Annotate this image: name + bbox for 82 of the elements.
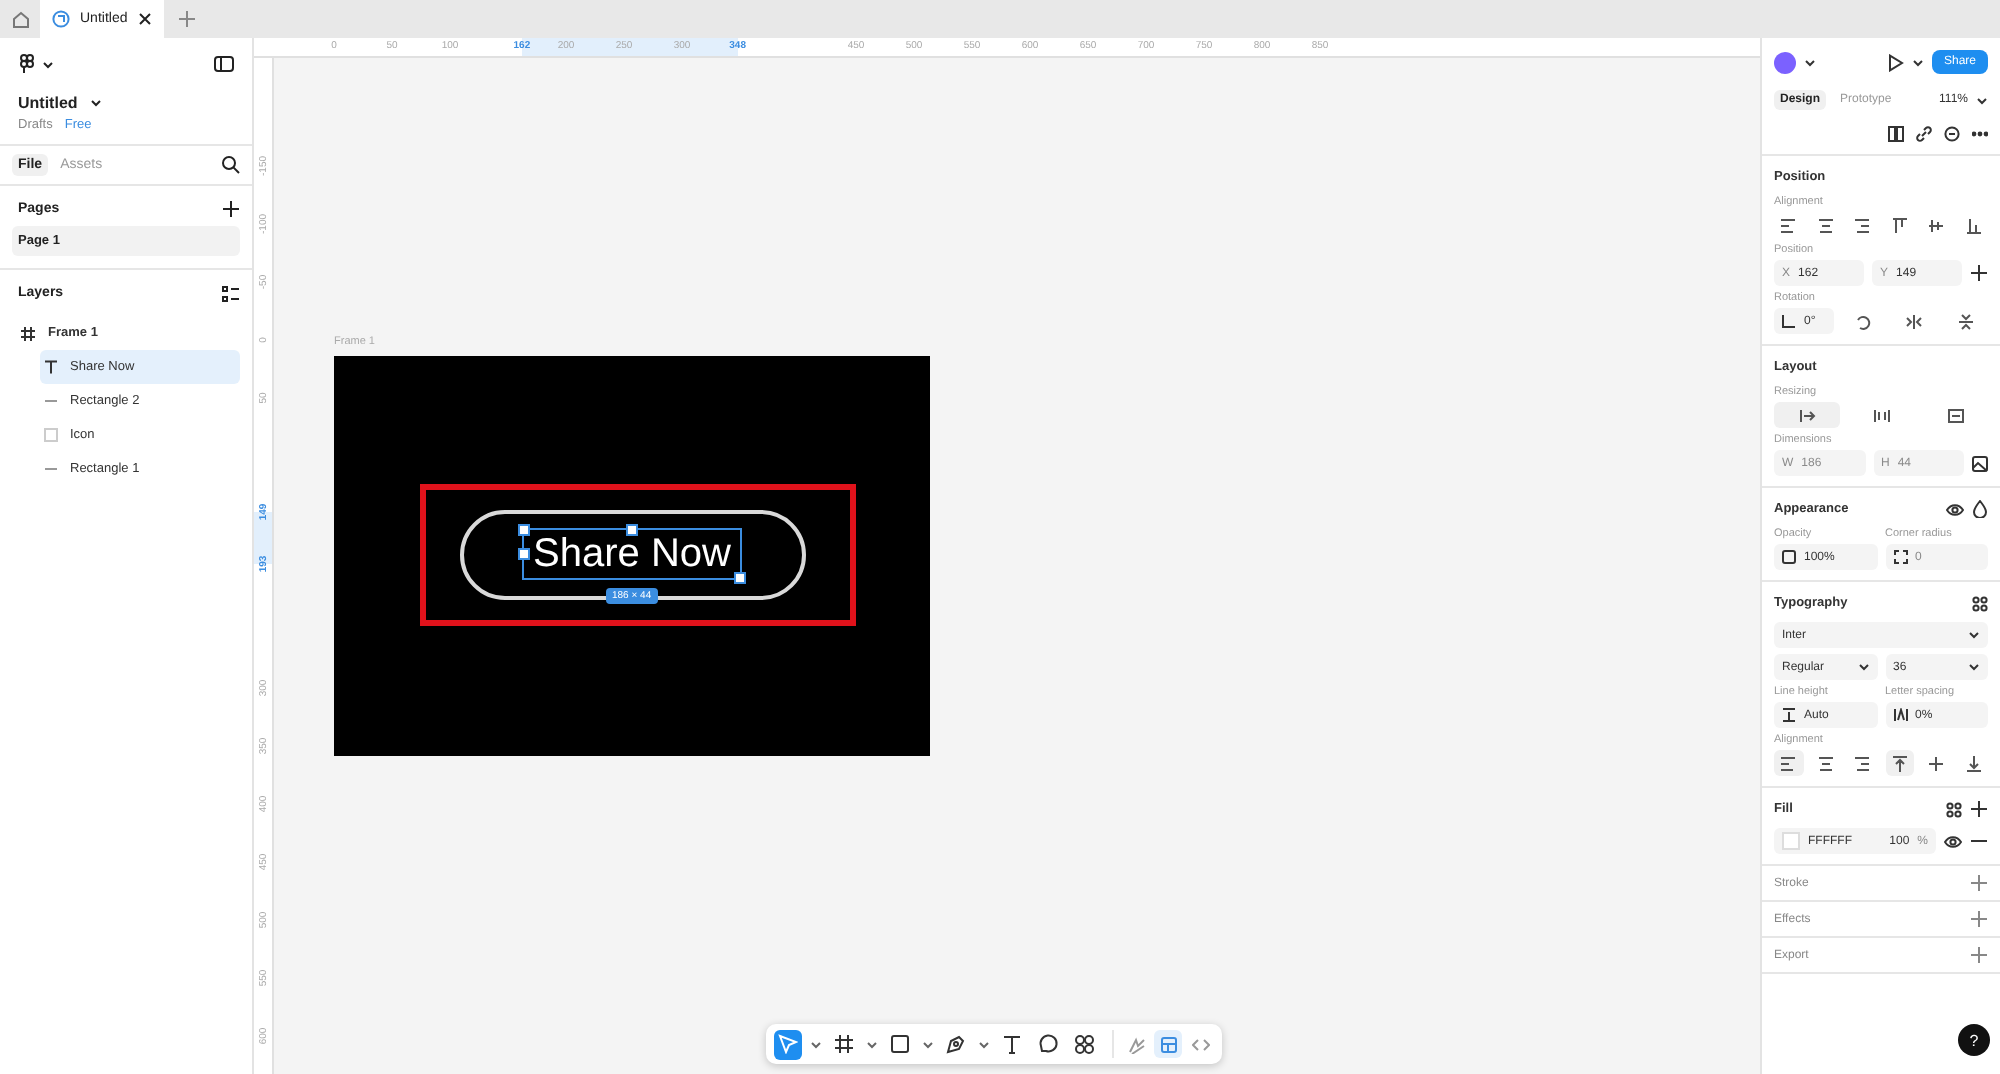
line-icon xyxy=(44,462,58,476)
resizing-icon xyxy=(1947,407,1963,423)
resize-handle[interactable] xyxy=(626,524,638,536)
rectangle-tool-icon xyxy=(890,1034,910,1054)
chevron-icon[interactable] xyxy=(1976,95,1988,105)
drop-icon[interactable] xyxy=(1972,500,1988,518)
code-icon xyxy=(1191,1035,1209,1053)
list-view-icon[interactable] xyxy=(222,285,240,301)
resizing-icon xyxy=(1799,407,1815,423)
button-label[interactable]: Share Now xyxy=(533,534,731,574)
more-icon[interactable] xyxy=(1972,126,1988,142)
plus-icon[interactable] xyxy=(1970,800,1988,818)
align-icon[interactable] xyxy=(1854,217,1871,233)
color-swatch xyxy=(1782,832,1800,850)
sidebar-toggle-icon[interactable] xyxy=(214,56,234,72)
text-align-icon xyxy=(1817,755,1834,771)
design-mode-icon xyxy=(1159,1035,1177,1053)
draw-mode-icon xyxy=(1127,1035,1145,1053)
angle-icon xyxy=(1782,314,1796,328)
rotate-icon[interactable] xyxy=(1855,313,1872,329)
eye-icon[interactable] xyxy=(1944,833,1962,849)
text-tool-icon xyxy=(1002,1034,1022,1054)
frame-tool-icon xyxy=(834,1034,854,1054)
image-icon[interactable] xyxy=(1972,455,1988,471)
tool-button[interactable] xyxy=(1070,1029,1100,1059)
vertical-align-icon xyxy=(1928,755,1945,771)
align-icon[interactable] xyxy=(1891,217,1908,233)
components-icon xyxy=(1074,1033,1096,1055)
move-tool-icon xyxy=(778,1034,798,1054)
help-button[interactable]: ? xyxy=(1958,1024,1990,1056)
comment-icon xyxy=(1038,1034,1058,1054)
file-name[interactable]: Untitled xyxy=(18,94,78,112)
align-icon[interactable] xyxy=(1928,217,1945,233)
link-icon[interactable] xyxy=(1916,126,1932,142)
resizing-button[interactable] xyxy=(1774,402,1840,428)
home-icon xyxy=(11,9,29,29)
align-icon[interactable] xyxy=(1780,217,1797,233)
vertical-align-icon xyxy=(1891,755,1908,771)
align-icon[interactable] xyxy=(1817,217,1834,233)
square-icon xyxy=(44,428,58,442)
text-align-icon xyxy=(1854,755,1871,771)
corner-icon xyxy=(1893,550,1907,564)
pen-tool-icon xyxy=(946,1034,966,1054)
user-avatar[interactable] xyxy=(1774,51,1796,73)
line-height-icon xyxy=(1782,708,1796,722)
mode-toggle[interactable] xyxy=(1154,1030,1182,1058)
chevron-icon[interactable] xyxy=(1968,662,1980,672)
eye-icon[interactable] xyxy=(1946,501,1964,517)
resizing-icon xyxy=(1873,407,1889,423)
chevron-icon[interactable] xyxy=(1911,57,1924,67)
resize-handle[interactable] xyxy=(734,572,746,584)
component-icon[interactable] xyxy=(1888,126,1904,142)
chevron-icon[interactable] xyxy=(1968,630,1980,640)
play-icon[interactable] xyxy=(1887,53,1904,71)
chevron-icon[interactable] xyxy=(42,59,54,69)
chevron-icon[interactable] xyxy=(1804,57,1816,67)
file-icon xyxy=(52,10,70,28)
align-icon[interactable] xyxy=(1965,217,1982,233)
text-icon xyxy=(44,359,58,375)
target-icon[interactable] xyxy=(1944,126,1960,142)
close-icon[interactable] xyxy=(138,12,152,26)
text-align-button[interactable] xyxy=(1774,750,1803,776)
tool-button[interactable] xyxy=(886,1029,914,1059)
vertical-align-button[interactable] xyxy=(1885,750,1914,776)
main-menu-button[interactable] xyxy=(18,54,54,74)
frame-icon xyxy=(20,325,36,341)
opacity-icon xyxy=(1782,550,1796,564)
flip-vertical-icon[interactable] xyxy=(1958,313,1975,329)
text-align-icon xyxy=(1780,755,1797,771)
search-icon[interactable] xyxy=(222,156,240,174)
plus-icon[interactable] xyxy=(222,200,240,218)
line-icon xyxy=(44,394,58,408)
style-grid-icon[interactable] xyxy=(1972,595,1988,611)
vertical-align-icon xyxy=(1965,755,1982,771)
logo-icon xyxy=(18,54,36,74)
flip-horizontal-icon[interactable] xyxy=(1906,313,1923,329)
tool-button[interactable] xyxy=(830,1029,858,1059)
plus-icon[interactable] xyxy=(1970,264,1988,282)
chevron-icon[interactable] xyxy=(1857,662,1869,672)
chevron-icon[interactable] xyxy=(89,98,102,108)
letter-spacing-icon xyxy=(1893,708,1907,722)
style-grid-icon[interactable] xyxy=(1946,801,1962,817)
